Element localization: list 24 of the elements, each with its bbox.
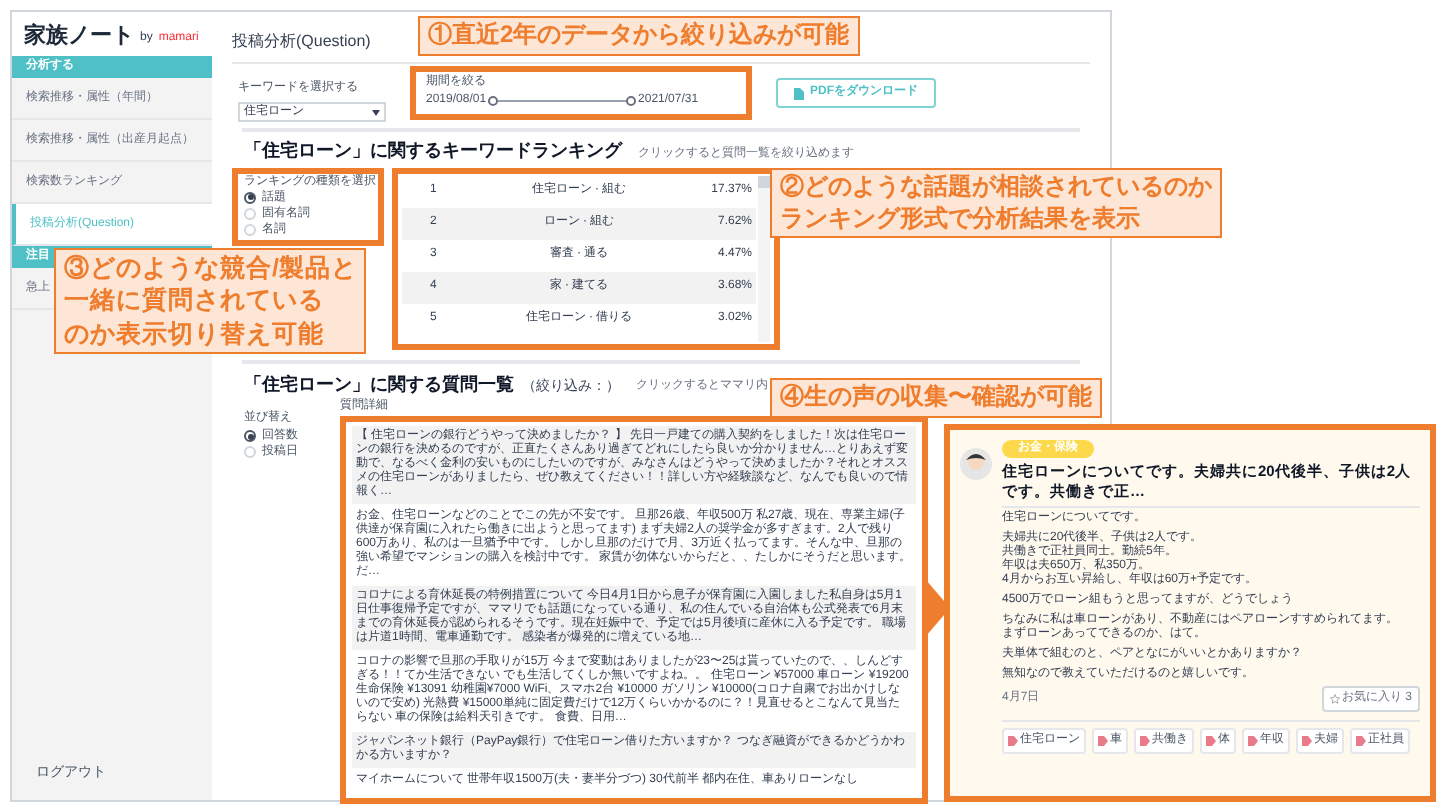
range-slider[interactable] <box>488 96 637 106</box>
tag-icon <box>1140 736 1150 746</box>
tag-icon <box>1206 736 1216 746</box>
tag-icon <box>1248 736 1258 746</box>
tag-icon <box>1098 736 1108 746</box>
slider-handle[interactable] <box>488 96 499 106</box>
star-icon <box>1329 694 1340 704</box>
callout-tooltip: ③どのような競合/製品と 一緒に質問されている のか表示切り替え可能 <box>54 248 367 354</box>
section-heading: 「住宅ローン」に関する質問一覧 <box>244 371 514 398</box>
document-icon <box>794 87 804 99</box>
logo-text: 家族ノート <box>24 26 134 48</box>
radio-button[interactable] <box>244 191 256 203</box>
avatar-icon <box>960 448 992 480</box>
caret-icon <box>372 109 380 115</box>
radio-button[interactable] <box>244 430 256 442</box>
tag-icon <box>1302 736 1312 746</box>
callout-tooltip: ②どのような話題が相談されているのか ランキング形式で分析結果を表示 <box>770 168 1222 239</box>
callout-tooltip: ①直近2年のデータから絞り込みが可能 <box>418 16 860 56</box>
scrollbar[interactable] <box>758 175 770 341</box>
section-heading: 「住宅ローン」に関するキーワードランキング <box>244 138 622 164</box>
callout-tooltip: ④生の声の収集〜確認が可能 <box>770 378 1102 418</box>
tag-icon <box>1356 736 1366 746</box>
tag-icon <box>1008 736 1018 746</box>
slider-handle[interactable] <box>626 96 637 106</box>
